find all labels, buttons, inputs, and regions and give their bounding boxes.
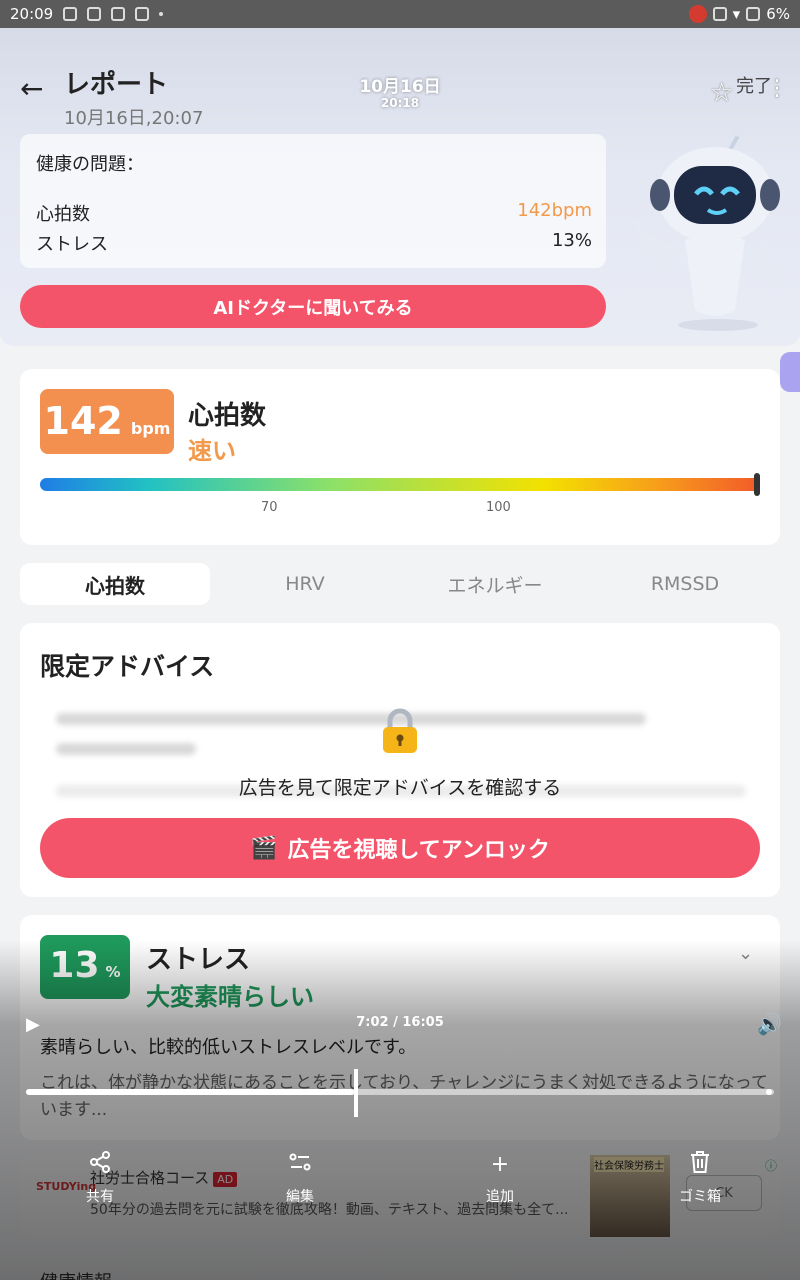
share-button[interactable]: 共有	[55, 1150, 145, 1206]
ad-badge: AD	[213, 1172, 238, 1187]
heart-rate-title: 心拍数	[188, 401, 267, 431]
arrow-left-icon: ←	[20, 72, 44, 105]
add-label: 追加	[486, 1189, 514, 1205]
play-icon[interactable]: ▶	[26, 1014, 40, 1035]
heart-rate-value: 142	[43, 399, 123, 443]
next-section-title: 健康情報	[40, 1268, 112, 1280]
gauge-tick: 70	[261, 500, 278, 515]
status-time: 20:09	[10, 5, 54, 23]
add-button[interactable]: + 追加	[455, 1150, 545, 1206]
page-title: レポート	[64, 70, 169, 100]
video-date: 10月16日	[359, 77, 441, 97]
trash-button[interactable]: ゴミ箱	[655, 1150, 745, 1206]
stress-unit: %	[105, 963, 121, 981]
edit-label: 編集	[286, 1189, 314, 1205]
ad-info-icon[interactable]: ⓘ	[765, 1157, 777, 1174]
volume-icon[interactable]: 🔊	[757, 1012, 782, 1036]
tab-hrv[interactable]: HRV	[210, 563, 400, 605]
video-clock: 20:18	[380, 96, 420, 110]
lock-icon	[383, 708, 417, 753]
back-button[interactable]: ←	[20, 72, 43, 105]
notification-icon	[87, 7, 102, 21]
tab-energy[interactable]: エネルギー	[400, 563, 590, 605]
seek-handle[interactable]	[353, 1069, 358, 1117]
health-issue-value: 142bpm	[517, 200, 592, 221]
health-issue-value: 13%	[551, 230, 592, 251]
health-issue-label: 心拍数	[36, 204, 90, 225]
share-icon	[55, 1150, 145, 1180]
stress-title: ストレス	[146, 945, 251, 975]
floating-side-tab[interactable]	[780, 352, 800, 392]
tab-rmssd[interactable]: RMSSD	[590, 563, 780, 605]
video-clapper-icon: 🎬	[250, 835, 278, 861]
blurred-text	[56, 743, 196, 755]
wifi-icon: ▾	[732, 5, 741, 23]
ask-ai-doctor-button[interactable]: AIドクターに聞いてみる	[20, 285, 606, 328]
notification-icon	[111, 7, 126, 21]
heart-rate-card: 142 bpm 心拍数 速い 70 100	[20, 369, 780, 545]
report-header: ← レポート 10月16日,20:07 10月16日 20:18 ☆ 完了 ⋮ …	[0, 28, 800, 346]
stress-description: これは、体が静かな状態にあることを示しており、チャレンジにうまく対処できるように…	[40, 1073, 768, 1120]
advice-title: 限定アドバイス	[40, 652, 215, 681]
trash-icon	[655, 1150, 745, 1180]
heart-rate-gauge	[40, 478, 760, 491]
metric-tabs: 心拍数 HRV エネルギー RMSSD	[20, 563, 780, 605]
health-issues-title: 健康の問題：	[36, 154, 144, 175]
unlock-with-ad-button[interactable]: 🎬 広告を視聴してアンロック	[40, 818, 760, 878]
seek-bar-progress	[26, 1089, 354, 1095]
more-notifications-icon	[159, 12, 164, 16]
battery-icon	[746, 7, 761, 21]
heart-rate-status: 速い	[188, 437, 236, 465]
stress-value: 13	[49, 945, 100, 986]
gauge-marker	[754, 473, 760, 496]
health-issue-row: 心拍数 142bpm	[36, 200, 592, 226]
robot-mascot-icon	[635, 123, 790, 331]
stress-summary: 素晴らしい、比較的低いストレスレベルです。	[40, 1037, 417, 1058]
health-issues-box: 健康の問題： 心拍数 142bpm ストレス 13%	[20, 134, 606, 268]
health-issue-row: ストレス 13%	[36, 230, 592, 256]
stress-status: 大変素晴らしい	[146, 983, 314, 1011]
limited-advice-card: 限定アドバイス 広告を見て限定アドバイスを確認する 🎬 広告を視聴してアンロック	[20, 623, 780, 897]
health-issue-label: ストレス	[36, 234, 108, 255]
share-label: 共有	[86, 1189, 114, 1205]
edit-icon	[255, 1150, 345, 1180]
record-icon	[688, 5, 707, 23]
ad-image-label: 社会保険労務士	[594, 1157, 664, 1172]
gauge-tick: 100	[486, 500, 511, 515]
notification-icon	[63, 7, 78, 21]
battery-level: 6%	[766, 5, 790, 23]
more-vertical-icon[interactable]: ⋮	[766, 76, 788, 101]
dnd-icon	[712, 7, 727, 21]
seek-bar-end	[766, 1089, 772, 1095]
tab-heart-rate[interactable]: 心拍数	[20, 563, 210, 605]
unlock-button-label: 広告を視聴してアンロック	[287, 838, 550, 863]
star-icon[interactable]: ☆	[710, 78, 733, 108]
heart-rate-unit: bpm	[130, 419, 171, 438]
heart-monitor-icon	[135, 7, 150, 21]
playback-time: 7:02 / 16:05	[356, 1015, 444, 1030]
stress-badge: 13 %	[40, 935, 130, 999]
blurred-text	[56, 713, 646, 725]
trash-label: ゴミ箱	[679, 1189, 721, 1205]
edit-button[interactable]: 編集	[255, 1150, 345, 1206]
locked-advice-message: 広告を見て限定アドバイスを確認する	[238, 777, 562, 799]
add-icon: +	[490, 1152, 510, 1177]
status-bar: 20:09 ▾ 6%	[0, 0, 800, 28]
heart-rate-badge: 142 bpm	[40, 389, 174, 454]
report-datetime: 10月16日,20:07	[64, 108, 204, 129]
chevron-down-icon[interactable]: ⌄	[738, 943, 753, 964]
